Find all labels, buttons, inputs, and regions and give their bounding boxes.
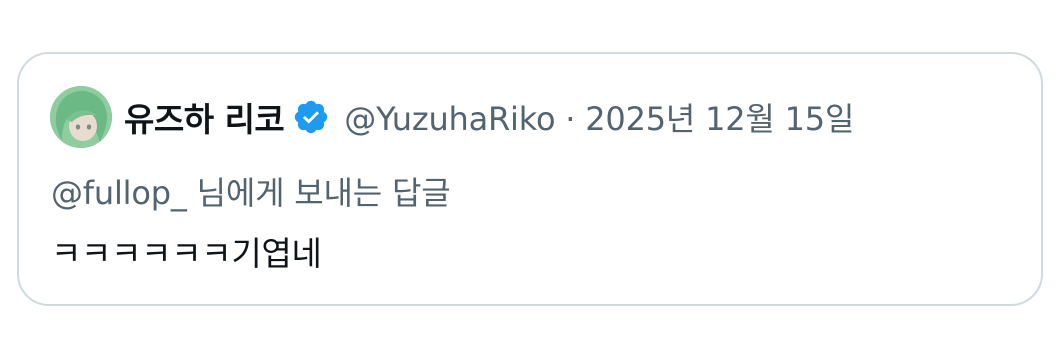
verified-badge-icon xyxy=(292,98,330,136)
tweet-date[interactable]: 2025년 12월 15일 xyxy=(585,100,854,138)
handle[interactable]: @YuzuhaRiko xyxy=(344,100,555,138)
tweet-header: 유즈하 리코 @YuzuhaRiko · 2025년 12월 15일 xyxy=(50,86,854,148)
avatar-image xyxy=(50,86,112,148)
meta-separator: · xyxy=(555,100,586,138)
avatar[interactable] xyxy=(50,86,112,148)
tweet-meta: @YuzuhaRiko · 2025년 12월 15일 xyxy=(344,94,854,140)
reply-to-label: @fullop_ 님에게 보내는 답글 xyxy=(51,174,451,212)
quoted-tweet-card[interactable]: 유즈하 리코 @YuzuhaRiko · 2025년 12월 15일 @full… xyxy=(17,52,1043,306)
display-name[interactable]: 유즈하 리코 xyxy=(124,93,285,141)
tweet-text: ㅋㅋㅋㅋㅋㅋ기엽네 xyxy=(51,234,322,273)
